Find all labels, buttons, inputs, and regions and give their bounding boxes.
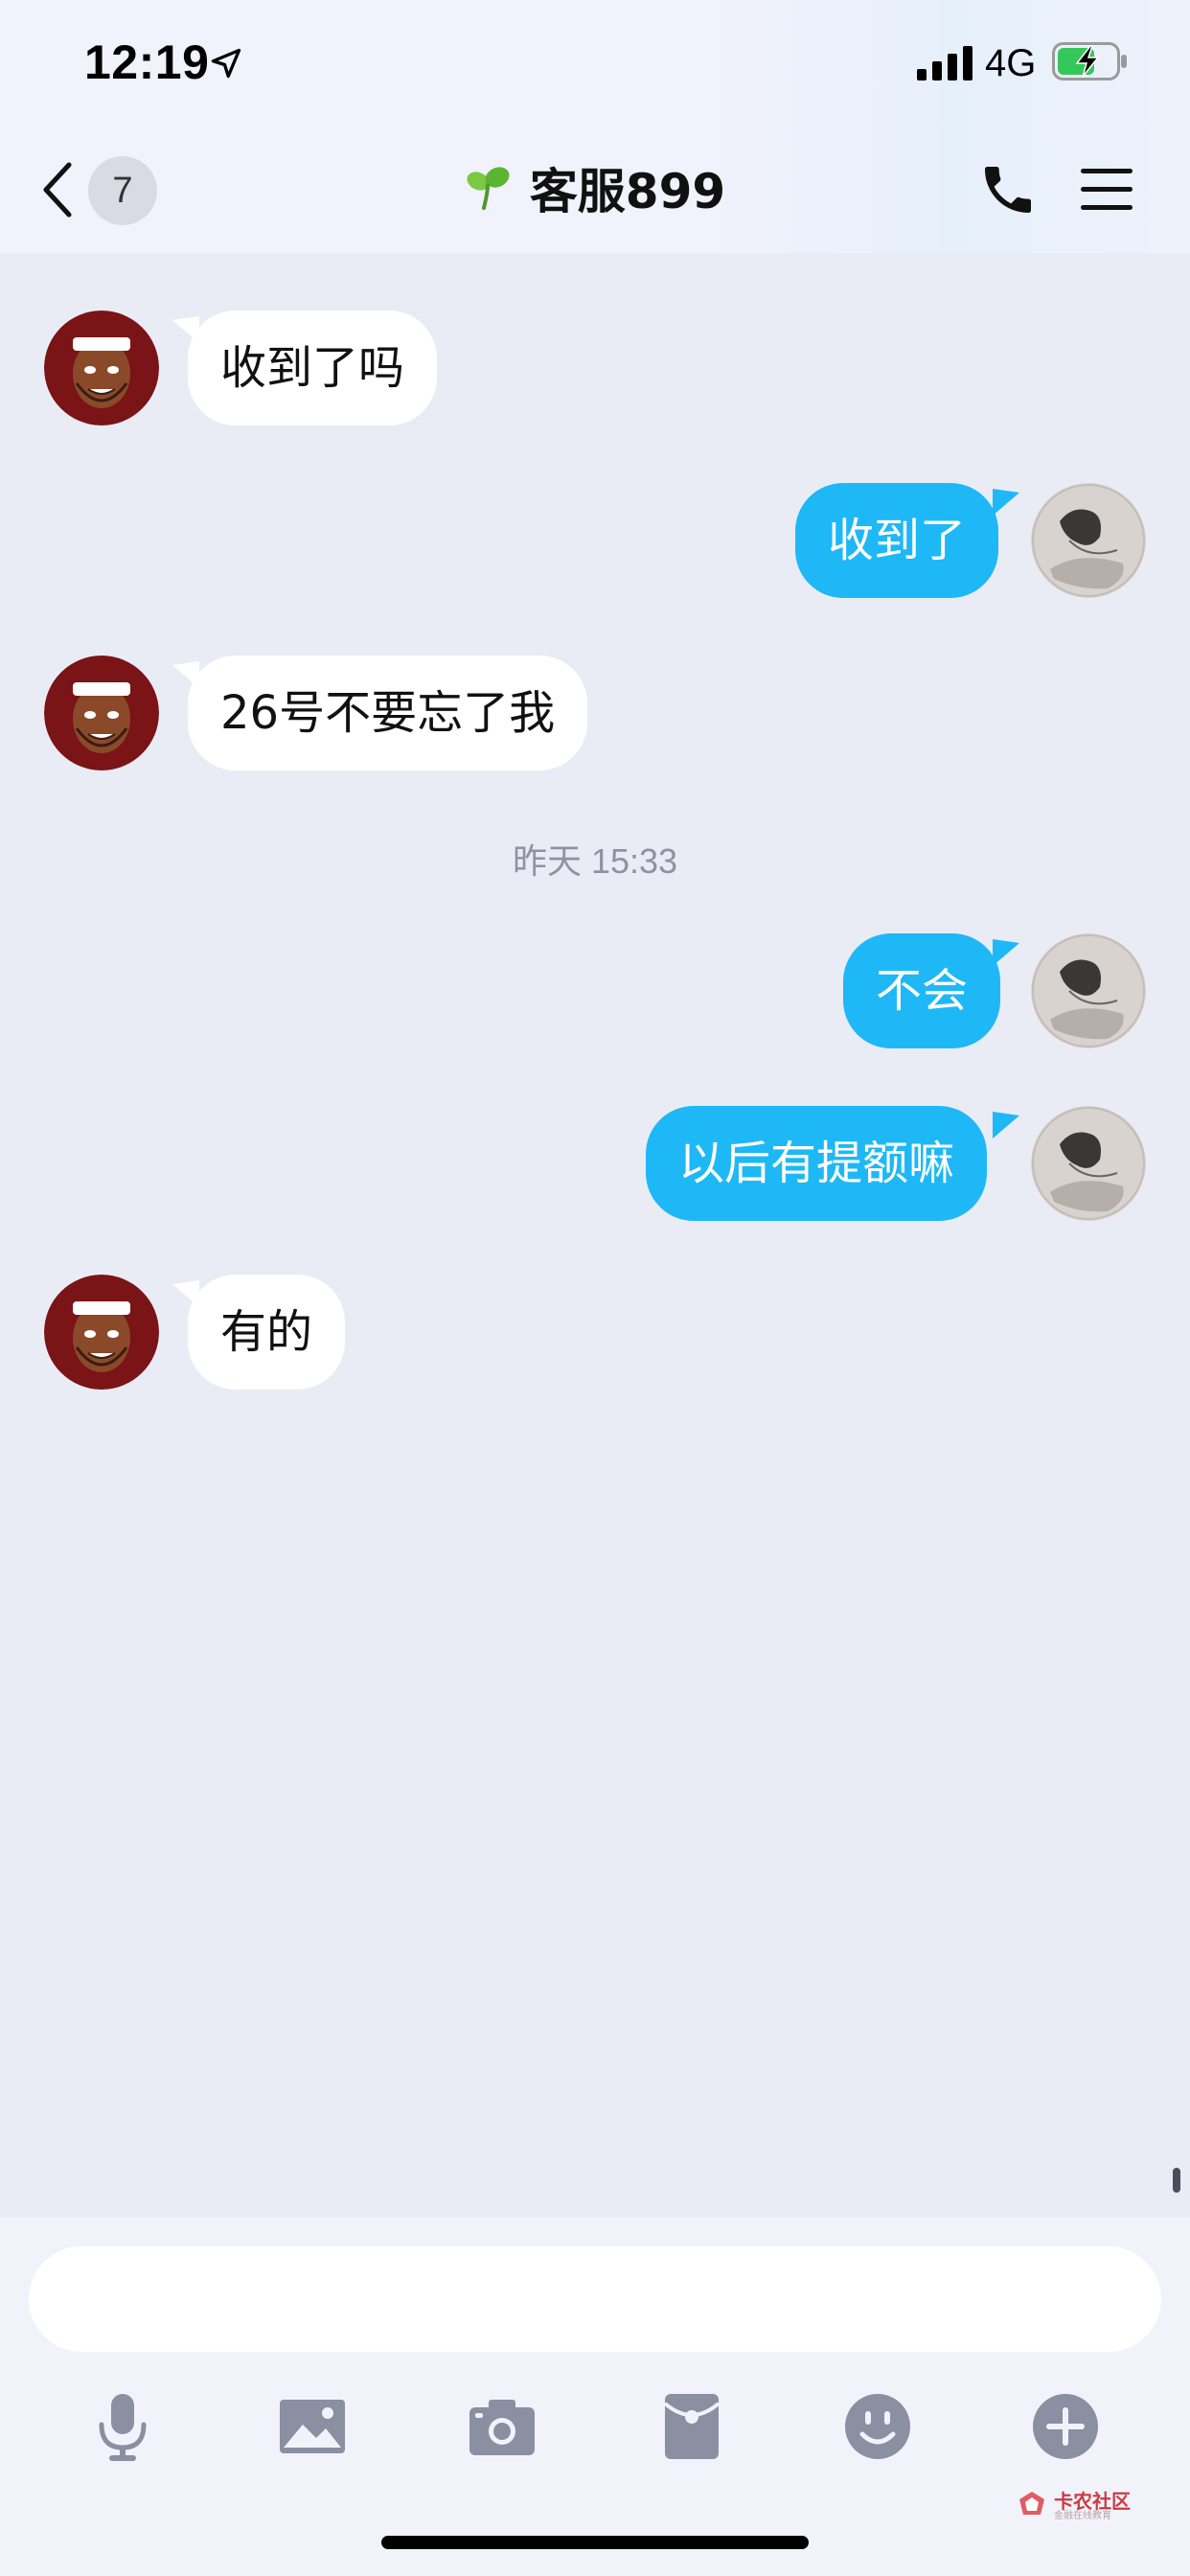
my-avatar[interactable] (1031, 933, 1146, 1048)
unread-count-badge: 7 (88, 156, 157, 225)
cartoon-face-icon (44, 310, 159, 426)
my-avatar[interactable] (1031, 1106, 1146, 1221)
camera-icon[interactable] (464, 2388, 540, 2465)
image-icon[interactable] (274, 2388, 351, 2465)
status-bar: 12:19 4G (0, 0, 1190, 125)
location-arrow-icon (211, 48, 241, 79)
emoji-icon[interactable] (839, 2388, 916, 2465)
composer (0, 2218, 1190, 2576)
bubble-tail (993, 489, 1019, 516)
bubble-tail (993, 1112, 1019, 1138)
sprout-icon (467, 167, 510, 210)
message-timestamp: 昨天 15:33 (512, 841, 678, 881)
red-packet-icon[interactable] (653, 2388, 730, 2465)
message-bubble-incoming[interactable]: 有的 (188, 1275, 346, 1390)
composer-toolbar (0, 2371, 1190, 2486)
message-bubble-outgoing[interactable]: 不会 (843, 933, 1001, 1048)
battery-charging-icon (1052, 42, 1127, 80)
watermark: 卡农社区 金融在线教育 (1016, 2486, 1140, 2524)
network-label: 4G (985, 42, 1037, 84)
scrollbar[interactable] (1173, 2168, 1180, 2193)
chat-title-group[interactable]: 客服899 (465, 153, 725, 222)
home-indicator[interactable] (381, 2536, 809, 2549)
message-list[interactable]: 收到了吗 收到了 26号不要忘了我 昨天 15:33 不会 以后有提额嘛 有的 (0, 253, 1190, 2218)
phone-icon[interactable] (977, 159, 1039, 220)
cartoon-face-icon (44, 1275, 159, 1390)
my-avatar[interactable] (1031, 483, 1146, 598)
watermark-logo-icon (1019, 2492, 1044, 2515)
chevron-left-icon (43, 162, 72, 218)
chat-title: 客服899 (529, 164, 726, 219)
message-input[interactable] (29, 2246, 1161, 2352)
plus-icon[interactable] (1027, 2388, 1104, 2465)
sketch-portrait-icon (1031, 483, 1146, 598)
contact-avatar[interactable] (44, 1275, 159, 1390)
microphone-icon[interactable] (84, 2388, 161, 2465)
contact-avatar[interactable] (44, 656, 159, 770)
message-bubble-incoming[interactable]: 26号不要忘了我 (188, 656, 588, 770)
bubble-tail (993, 939, 1019, 966)
signal-icon (917, 46, 973, 80)
message-bubble-outgoing[interactable]: 收到了 (795, 483, 999, 598)
watermark-subtext: 金融在线教育 (1054, 2511, 1111, 2521)
contact-avatar[interactable] (44, 310, 159, 426)
status-time: 12:19 (84, 35, 210, 89)
cartoon-face-icon (44, 656, 159, 770)
chat-header: 7 客服899 (0, 125, 1190, 253)
sketch-portrait-icon (1031, 1106, 1146, 1221)
sketch-portrait-icon (1031, 933, 1146, 1048)
message-bubble-incoming[interactable]: 收到了吗 (188, 310, 438, 426)
menu-icon[interactable] (1079, 163, 1134, 217)
message-bubble-outgoing[interactable]: 以后有提额嘛 (646, 1106, 988, 1221)
back-button[interactable]: 7 (38, 153, 163, 230)
